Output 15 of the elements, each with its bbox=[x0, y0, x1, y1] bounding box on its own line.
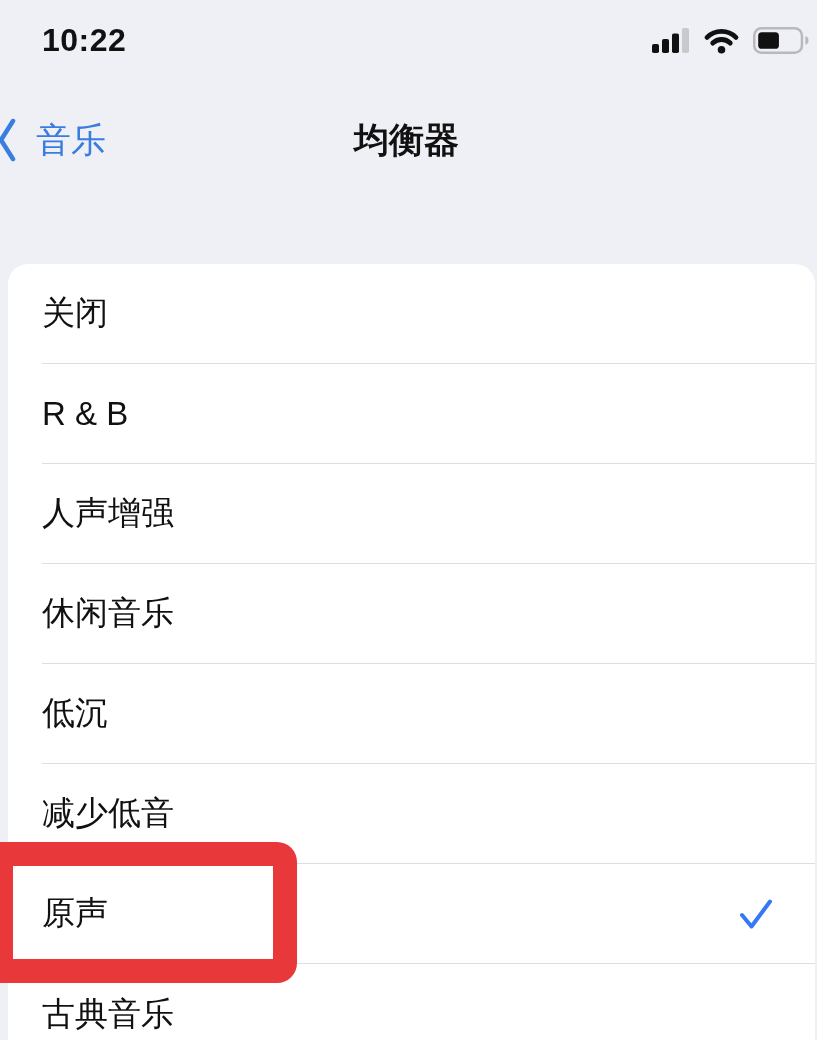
page-title: 均衡器 bbox=[354, 118, 460, 161]
equalizer-option[interactable]: 人声增强 bbox=[42, 464, 815, 564]
back-button[interactable]: 音乐 bbox=[0, 116, 106, 164]
equalizer-option[interactable]: 关闭 bbox=[42, 264, 815, 364]
equalizer-option[interactable]: 低沉 bbox=[42, 664, 815, 764]
status-time: 10:22 bbox=[42, 21, 127, 59]
wifi-icon bbox=[703, 26, 740, 54]
equalizer-option[interactable]: 古典音乐 bbox=[42, 964, 815, 1040]
signal-icon bbox=[652, 27, 690, 53]
chevron-left-icon bbox=[0, 118, 16, 162]
equalizer-option[interactable]: 减少低音 bbox=[42, 764, 815, 864]
battery-icon bbox=[753, 26, 809, 54]
equalizer-option[interactable]: R & B bbox=[42, 364, 815, 464]
equalizer-option[interactable]: 原声 bbox=[42, 864, 815, 964]
equalizer-option[interactable]: 休闲音乐 bbox=[42, 564, 815, 664]
